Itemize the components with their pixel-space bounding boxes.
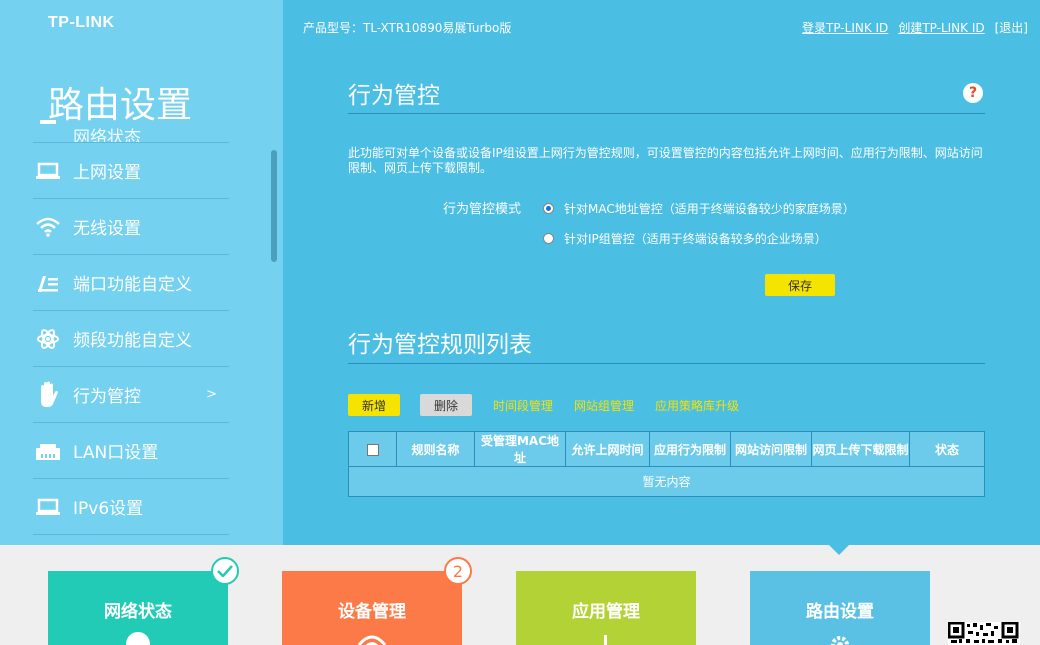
rules-table: 规则名称 受管理MAC地址 允许上网时间 应用行为限制 网站访问限制 网页上传下… <box>348 431 985 497</box>
section-title-rule-list: 行为管控规则列表 <box>348 332 532 358</box>
tile-app-management[interactable]: 应用管理 <box>516 571 696 645</box>
column-header[interactable]: 网页上传下载限制 <box>811 431 910 467</box>
sidebar-item-band-config[interactable]: 频段功能自定义 <box>33 311 229 367</box>
port-config-icon <box>33 272 63 294</box>
website-group-link[interactable]: 网站组管理 <box>574 397 634 414</box>
app-policy-upgrade-link[interactable]: 应用策略库升级 <box>655 397 739 414</box>
delete-rule-button[interactable]: 删除 <box>420 394 472 416</box>
mode-option-mac[interactable]: 针对MAC地址管控（适用于终端设备较少的家庭场景） <box>543 200 855 217</box>
table-row: 暂无内容 <box>348 466 985 497</box>
section-divider <box>348 363 985 364</box>
create-id-link[interactable]: 创建TP-LINK ID <box>898 19 984 36</box>
hand-icon <box>33 381 63 409</box>
sidebar-item-lan-settings[interactable]: LAN口设置 <box>33 423 229 479</box>
qr-code-icon <box>948 622 1020 645</box>
tile-device-management[interactable]: 设备管理 2 <box>282 557 472 645</box>
column-header[interactable]: 规则名称 <box>396 431 475 467</box>
section-divider <box>348 113 985 114</box>
control-mode-label: 行为管控模式 <box>443 202 522 217</box>
tile-network-status[interactable]: 网络状态 <box>48 557 239 645</box>
tile-router-settings[interactable]: 路由设置 <box>750 571 930 645</box>
chat-bubble-icon <box>125 631 151 645</box>
sidebar-item-wireless-settings[interactable]: 无线设置 <box>33 199 229 255</box>
column-header[interactable]: 允许上网时间 <box>565 431 650 467</box>
wifi-icon <box>33 217 63 237</box>
sidebar: TP-LINK 路由设置 网络状态 上网设置 无线设置 端口功能自定义 频段功能… <box>0 0 283 545</box>
radio-mac[interactable] <box>543 203 554 214</box>
sidebar-item-label: LAN口设置 <box>73 443 159 463</box>
empty-table-message: 暂无内容 <box>348 466 985 497</box>
table-header-row: 规则名称 受管理MAC地址 允许上网时间 应用行为限制 网站访问限制 网页上传下… <box>348 431 985 467</box>
feature-description: 此功能可对单个设备或设备IP组设置上网行为管控规则，可设置管控的内容包括允许上网… <box>348 146 983 175</box>
mode-option-ip-label: 针对IP组管控（适用于终端设备较多的企业场景） <box>564 232 827 246</box>
radio-ip[interactable] <box>543 233 554 244</box>
sidebar-item-label: 频段功能自定义 <box>73 331 192 351</box>
sidebar-item-network-status[interactable]: 网络状态 <box>33 100 229 143</box>
add-rule-button[interactable]: 新增 <box>348 394 400 416</box>
sidebar-item-label: IPv6设置 <box>73 499 144 519</box>
section-title-behavior-control: 行为管控 <box>348 83 440 109</box>
status-icon <box>33 114 63 128</box>
app-icon <box>601 631 611 645</box>
sidebar-scrollbar[interactable] <box>271 150 277 262</box>
laptop-icon <box>33 162 63 180</box>
atom-icon <box>33 327 63 351</box>
column-header[interactable]: 受管理MAC地址 <box>474 431 566 467</box>
time-period-link[interactable]: 时间段管理 <box>493 397 553 414</box>
help-icon[interactable]: ? <box>963 83 983 103</box>
sidebar-item-label: 上网设置 <box>73 163 141 183</box>
sidebar-item-label: 网络状态 <box>73 127 141 143</box>
bottom-nav: 网络状态 设备管理 2 应用管理 路由设置 <box>0 545 1040 645</box>
account-links: 登录TP-LINK ID 创建TP-LINK ID [退出] <box>802 19 1028 36</box>
sidebar-item-behavior-control[interactable]: 行为管控 > <box>33 367 229 423</box>
laptop-icon <box>33 498 63 516</box>
mode-option-mac-label: 针对MAC地址管控（适用于终端设备较少的家庭场景） <box>564 202 855 216</box>
sidebar-item-label: 行为管控 <box>73 387 141 407</box>
main-content: 产品型号：TL-XTR10890易展Turbo版 登录TP-LINK ID 创建… <box>283 0 1040 545</box>
check-icon <box>211 557 239 585</box>
sidebar-item-port-config[interactable]: 端口功能自定义 <box>33 255 229 311</box>
mode-option-ip[interactable]: 针对IP组管控（适用于终端设备较多的企业场景） <box>543 230 827 247</box>
login-link[interactable]: 登录TP-LINK ID <box>802 19 888 36</box>
sidebar-menu: 网络状态 上网设置 无线设置 端口功能自定义 频段功能自定义 行为管控 > LA… <box>33 100 229 535</box>
lan-port-icon <box>33 441 63 461</box>
tile-label: 设备管理 <box>338 602 406 622</box>
active-tile-pointer <box>829 545 849 555</box>
device-count-badge: 2 <box>444 557 472 585</box>
tile-label: 网络状态 <box>104 602 172 622</box>
sidebar-item-label: 无线设置 <box>73 219 141 239</box>
select-all-cell <box>348 431 397 467</box>
sidebar-item-internet-settings[interactable]: 上网设置 <box>33 143 229 199</box>
device-icon <box>357 631 387 645</box>
product-model: 产品型号：TL-XTR10890易展Turbo版 <box>303 21 512 35</box>
tile-label: 路由设置 <box>806 602 874 622</box>
chevron-right-icon: > <box>206 387 217 402</box>
tp-link-logo: TP-LINK <box>48 14 115 31</box>
rule-toolbar: 新增 删除 时间段管理 网站组管理 应用策略库升级 <box>348 394 739 416</box>
sidebar-item-ipv6-settings[interactable]: IPv6设置 <box>33 479 229 535</box>
sidebar-item-label: 端口功能自定义 <box>73 275 192 295</box>
select-all-checkbox[interactable] <box>366 443 379 456</box>
save-button[interactable]: 保存 <box>765 274 835 296</box>
column-header[interactable]: 应用行为限制 <box>649 431 731 467</box>
column-header[interactable]: 网站访问限制 <box>730 431 812 467</box>
logout-link[interactable]: [退出] <box>995 19 1028 36</box>
tile-label: 应用管理 <box>572 602 640 622</box>
gear-icon <box>828 631 852 645</box>
column-header[interactable]: 状态 <box>909 431 985 467</box>
